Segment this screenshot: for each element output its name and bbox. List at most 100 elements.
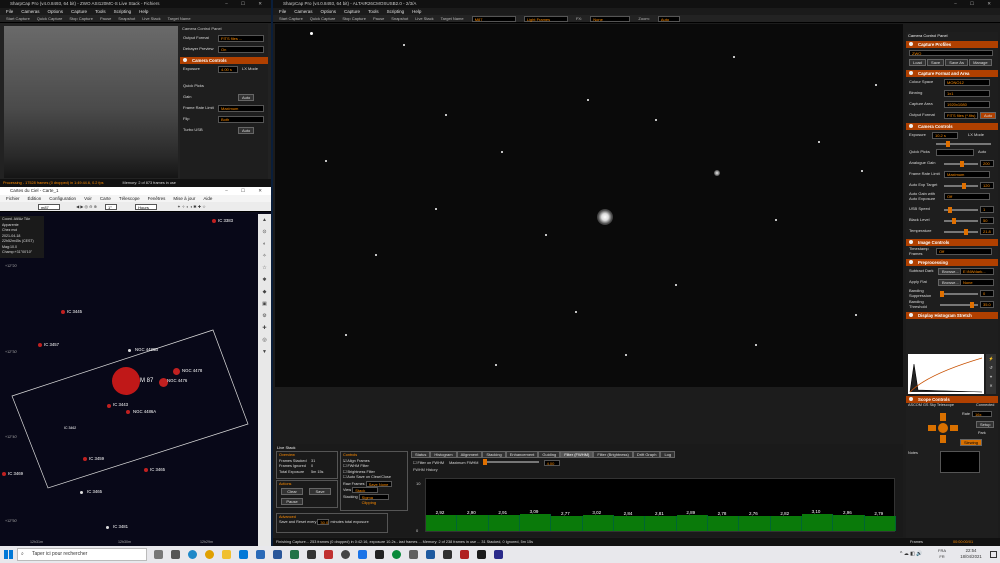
exposure-input[interactable]: 10.2 s: [932, 132, 958, 139]
tab-filter-fwhm[interactable]: Filter (FWHM): [560, 451, 594, 458]
quick-picks-auto[interactable]: Auto: [978, 147, 986, 157]
ic3459-marker[interactable]: [83, 457, 87, 461]
tab-histogram[interactable]: Histogram: [430, 451, 457, 458]
notes-box[interactable]: [940, 451, 980, 473]
setup-button[interactable]: Setup: [976, 421, 995, 428]
app-icon-5[interactable]: [375, 550, 384, 559]
frame-type-select[interactable]: Light Frames: [523, 15, 568, 22]
ic3465b-marker[interactable]: [80, 491, 83, 494]
ngc4486a-marker[interactable]: [126, 410, 130, 414]
auto-exp-knob[interactable]: [962, 183, 966, 189]
cdc-right-toolbar[interactable]: ▲ ⊙ ◐ ✧ ☆ ✱ ◆ ▣ ⚙ ✚ ◎ ▼: [258, 214, 271, 546]
cdc-nav-icons[interactable]: ◀ ▶ ◎ ⊖ ⊕: [76, 204, 97, 209]
windows-start-icon[interactable]: [4, 550, 13, 559]
main-stop-capture-button[interactable]: Stop Capture: [342, 16, 366, 21]
timestamp-select[interactable]: Off: [936, 248, 992, 255]
cdc-search-input[interactable]: m87: [38, 203, 60, 210]
app-icon-1[interactable]: [307, 550, 316, 559]
black-level-knob[interactable]: [952, 218, 956, 224]
cdc-menu-carte[interactable]: Carte: [100, 196, 111, 201]
cdc-menu-miseajour[interactable]: Mise à jour: [173, 196, 195, 201]
ic3457-marker[interactable]: [38, 343, 42, 347]
pad-up[interactable]: [940, 413, 946, 421]
pad-right[interactable]: [950, 425, 958, 431]
main-menu-cameras[interactable]: Cameras: [294, 9, 312, 14]
save-button[interactable]: Save: [309, 488, 331, 495]
cdc-tool-icons[interactable]: ✦ ✧ ◐ ◑ ✱ ✚ ☆: [177, 204, 206, 209]
pause-stack-button[interactable]: Pause: [281, 498, 303, 505]
cdc-map[interactable]: Coord. Alt/Az TAn Apparente Chez moi 2021-0…: [0, 214, 258, 546]
banding-thr-input[interactable]: 35.0: [980, 301, 994, 308]
usb-slider[interactable]: [944, 207, 978, 213]
main-menu-capture[interactable]: Capture: [344, 9, 360, 14]
chrome-icon[interactable]: [205, 550, 214, 559]
excel-icon[interactable]: [290, 550, 299, 559]
stacking-select[interactable]: Sigma Clipping: [358, 493, 389, 505]
tray-icons[interactable]: ^ ☁ ◧ 🔊: [900, 551, 922, 557]
quick-capture-button[interactable]: Quick Capture: [37, 16, 63, 21]
tray-lang[interactable]: FRA FR: [938, 548, 946, 560]
explorer-icon[interactable]: [222, 550, 231, 559]
store-icon[interactable]: [239, 550, 248, 559]
manage-profile-button[interactable]: Manage: [969, 59, 992, 66]
app-icon-11[interactable]: [477, 550, 486, 559]
left-output-format-select[interactable]: FITS files ...: [218, 35, 264, 42]
binning-select[interactable]: 1x1: [944, 90, 990, 97]
snapshot-button[interactable]: Snapshot: [118, 16, 135, 21]
temperature-knob[interactable]: [964, 229, 968, 235]
save-reset-checkbox[interactable]: Save and Reset every: [279, 520, 316, 524]
cdc-menu-fichier[interactable]: Fichier: [6, 196, 20, 201]
cdc-menu-telescope[interactable]: Télescope: [119, 196, 140, 201]
clear-button[interactable]: Clear: [281, 488, 303, 495]
tab-guiding[interactable]: Guiding: [538, 451, 561, 458]
frame-rate-select[interactable]: Maximum: [944, 171, 990, 178]
word-icon[interactable]: [273, 550, 282, 559]
usb-input[interactable]: 1: [980, 206, 994, 213]
menu-options[interactable]: Options: [48, 9, 64, 14]
gain-slider[interactable]: [944, 161, 978, 167]
menu-help[interactable]: Help: [139, 9, 148, 14]
banding-input[interactable]: 0: [980, 290, 994, 297]
stop-capture-button[interactable]: Stop Capture: [69, 16, 93, 21]
auto-exp-slider[interactable]: [944, 183, 978, 189]
left-frame-rate-select[interactable]: Maximum: [218, 105, 264, 112]
main-window-controls[interactable]: – ☐ ✕: [954, 0, 997, 8]
fx-select[interactable]: None: [590, 15, 631, 22]
temperature-input[interactable]: 21.8: [980, 228, 994, 235]
minutes-input[interactable]: 30.0: [317, 519, 330, 525]
save-as-profile-button[interactable]: Save As: [945, 59, 968, 66]
pad-down[interactable]: [940, 435, 946, 443]
banding-thr-slider[interactable]: [940, 302, 978, 308]
main-pause-button[interactable]: Pause: [373, 16, 384, 21]
tab-log[interactable]: Log: [660, 451, 676, 458]
settings-icon[interactable]: [171, 550, 180, 559]
auto-exp-input[interactable]: 120: [980, 182, 994, 189]
view-select[interactable]: Stack: [352, 487, 379, 493]
capture-format-header[interactable]: Capture Format and Area: [906, 70, 998, 77]
scope-connected[interactable]: Connected: [976, 403, 994, 407]
flat-select[interactable]: None: [960, 279, 994, 286]
tab-enhancement[interactable]: Enhancement: [505, 451, 539, 458]
cdc-units-select[interactable]: Hours: [135, 203, 158, 210]
m87-marker[interactable]: [112, 367, 140, 395]
app-icon-7[interactable]: [409, 550, 418, 559]
usb-knob[interactable]: [948, 207, 952, 213]
gain-slider-knob[interactable]: [960, 161, 964, 167]
histogram-header[interactable]: Display Histogram Stretch: [906, 312, 998, 319]
app-icon-3[interactable]: [341, 550, 350, 559]
ic3469-marker[interactable]: [2, 472, 6, 476]
main-quick-capture-button[interactable]: Quick Capture: [310, 16, 336, 21]
live-stack-button[interactable]: Live Stack: [142, 16, 160, 21]
edge-icon[interactable]: [188, 550, 197, 559]
output-format-select[interactable]: FITS files (*.fits): [944, 112, 978, 119]
main-menu-scripting[interactable]: Scripting: [387, 9, 405, 14]
exposure-slider[interactable]: [936, 141, 991, 147]
main-menu-help[interactable]: Help: [412, 9, 421, 14]
max-fwhm-slider[interactable]: [482, 459, 539, 465]
tab-filter-brightness[interactable]: Filter (Brightness): [593, 451, 633, 458]
scope-controls-header[interactable]: Scope Controls: [906, 396, 998, 403]
banding-thr-knob[interactable]: [970, 302, 974, 308]
dark-browse-button[interactable]: Browse...: [938, 268, 963, 275]
pad-center[interactable]: [938, 423, 948, 433]
app-icon-10[interactable]: [460, 550, 469, 559]
